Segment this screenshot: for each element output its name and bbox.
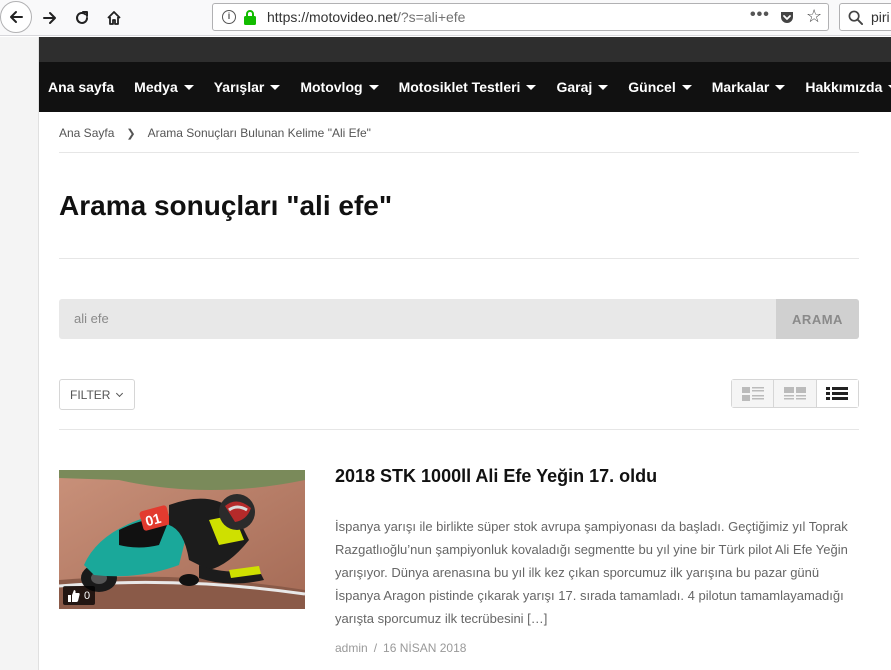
page-title: Arama sonuçları "ali efe" <box>59 190 393 221</box>
caret-down-icon <box>526 84 537 90</box>
nav-item-label: Hakkımızda <box>805 79 883 95</box>
divider <box>59 152 859 153</box>
search-input[interactable]: ali efe <box>74 311 109 326</box>
url-path: /?s=ali+efe <box>396 9 466 25</box>
lock-icon[interactable] <box>243 9 257 25</box>
search-icon <box>848 10 863 25</box>
home-icon <box>107 11 121 25</box>
pocket-icon[interactable] <box>779 9 795 25</box>
layout-switcher <box>731 379 859 408</box>
caret-down-icon <box>270 84 281 90</box>
caret-down-icon <box>598 84 609 90</box>
grid-icon <box>783 386 806 399</box>
nav-item-label: Markalar <box>711 79 770 95</box>
post-title-link[interactable]: 2018 STK 1000ll Ali Efe Yeğin 17. oldu <box>335 466 657 487</box>
search-form: ali efe ARAMA <box>59 299 859 339</box>
left-gutter <box>0 37 39 670</box>
filter-button[interactable]: FILTER <box>59 379 135 410</box>
meta-separator: / <box>373 641 378 655</box>
main-nav: Ana sayfa Medya Yarışlar Motovlog Motosiklet… <box>39 62 891 112</box>
nav-item-hakkımızda[interactable]: Hakkımızda <box>805 79 891 95</box>
nav-item-label: Ana sayfa <box>48 79 115 95</box>
layout-list-thumbnail-button[interactable] <box>732 380 775 407</box>
nav-item-label: Medya <box>134 79 178 95</box>
filter-label: FILTER <box>70 387 111 402</box>
like-count-badge[interactable]: 0 <box>63 586 96 605</box>
arrow-left-icon <box>10 11 23 23</box>
list-thumbnail-icon <box>741 386 764 401</box>
nav-item-ana-sayfa[interactable]: Ana sayfa <box>48 79 114 95</box>
reload-button[interactable] <box>67 3 97 33</box>
address-bar[interactable]: i https://motovideo.net/?s=ali+efe ••• ☆ <box>212 3 829 31</box>
post-author-link[interactable]: admin <box>335 641 368 655</box>
arrow-right-icon <box>43 12 56 24</box>
post-thumbnail[interactable]: 01 <box>59 470 305 609</box>
nav-item-markalar[interactable]: Markalar <box>712 79 786 95</box>
caret-down-icon <box>681 84 692 90</box>
browser-search-text: piri <box>871 9 890 25</box>
nav-item-motovlog[interactable]: Motovlog <box>300 79 379 95</box>
post-date: 16 NİSAN 2018 <box>383 641 467 655</box>
motorcycle-racer-image: 01 <box>59 470 305 609</box>
search-button[interactable]: ARAMA <box>776 299 859 339</box>
nav-item-motosiklet-testleri[interactable]: Motosiklet Testleri <box>399 79 537 95</box>
layout-list-button[interactable] <box>816 380 858 407</box>
layout-grid-button[interactable] <box>774 380 817 407</box>
browser-toolbar: i https://motovideo.net/?s=ali+efe ••• ☆… <box>0 0 891 36</box>
divider <box>59 258 859 259</box>
reload-icon <box>76 11 88 24</box>
breadcrumb-home-link[interactable]: Ana Sayfa <box>59 126 114 140</box>
page-actions-icon[interactable]: ••• <box>750 6 770 24</box>
nav-item-yarışlar[interactable]: Yarışlar <box>214 79 281 95</box>
nav-item-label: Motovlog <box>300 79 363 95</box>
home-button[interactable] <box>99 3 129 33</box>
bookmark-star-icon[interactable]: ☆ <box>806 7 822 25</box>
nav-item-label: Yarışlar <box>213 79 265 95</box>
caret-down-icon <box>368 84 379 90</box>
url-text[interactable]: https://motovideo.net/?s=ali+efe <box>267 9 465 25</box>
back-button[interactable] <box>0 1 32 33</box>
info-icon[interactable]: i <box>222 10 236 24</box>
breadcrumb-current: Arama Sonuçları Bulunan Kelime "Ali Efe" <box>147 126 371 140</box>
like-count: 0 <box>84 589 91 602</box>
caret-down-icon <box>775 84 786 90</box>
nav-item-label: Garaj <box>556 79 593 95</box>
post-excerpt: İspanya yarışı ile birlikte süper stok a… <box>335 519 848 626</box>
thumbs-up-icon <box>68 589 80 602</box>
breadcrumb: Ana Sayfa ❯ Arama Sonuçları Bulunan Keli… <box>59 126 371 140</box>
nav-item-label: Motosiklet Testleri <box>398 79 521 95</box>
top-strip <box>39 37 891 62</box>
post-meta: admin / 16 NİSAN 2018 <box>335 641 466 655</box>
caret-down-icon <box>183 84 194 90</box>
nav-item-label: Güncel <box>628 79 676 95</box>
nav-item-güncel[interactable]: Güncel <box>628 79 692 95</box>
url-host: https://motovideo.net <box>267 9 397 25</box>
list-icon <box>826 386 849 400</box>
main-nav-list: Ana sayfa Medya Yarışlar Motovlog Motosiklet… <box>39 62 891 112</box>
chevron-down-icon <box>116 389 124 397</box>
divider <box>59 429 859 430</box>
nav-item-medya[interactable]: Medya <box>134 79 194 95</box>
nav-item-garaj[interactable]: Garaj <box>556 79 609 95</box>
browser-search-bar[interactable]: piri <box>839 3 891 31</box>
forward-button[interactable] <box>35 3 65 33</box>
chevron-right-icon: ❯ <box>126 127 136 140</box>
